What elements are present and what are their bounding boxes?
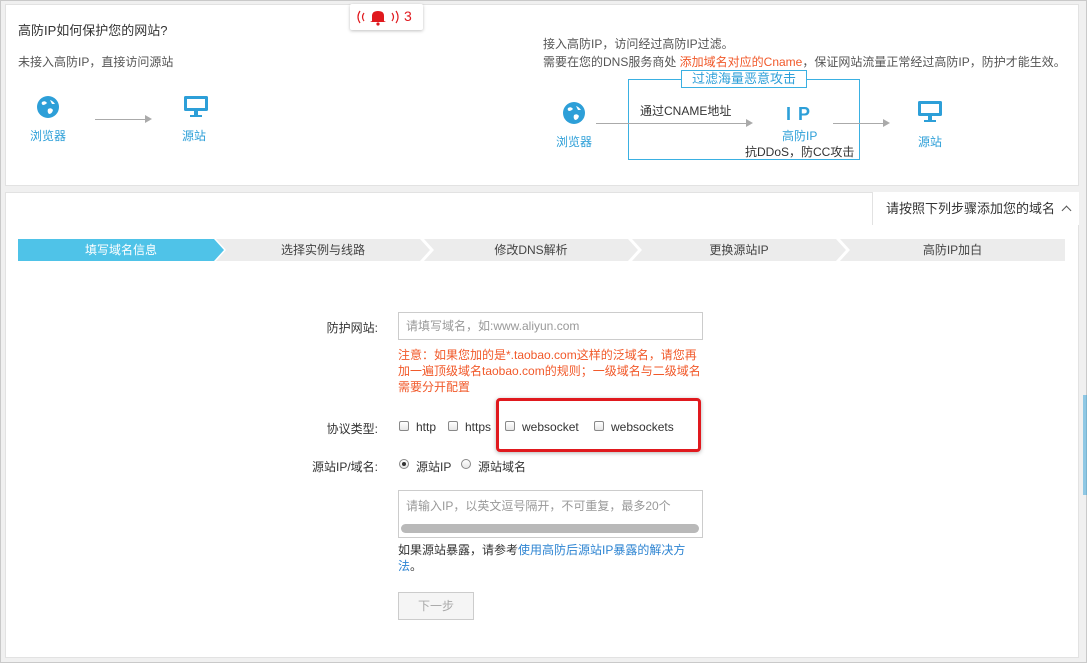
domain-note-line1: 注意：如果您加的是*.taobao.com这样的泛域名，请您再	[398, 348, 697, 362]
https-checkbox[interactable]	[448, 421, 458, 431]
step-4-label: 更换源站IP	[709, 243, 769, 257]
scroll-indicator[interactable]	[1083, 395, 1087, 495]
origin-ip-placeholder: 请输入IP，以英文逗号隔开，不可重复，最多20个	[406, 499, 671, 513]
cname-address-label: 通过CNAME地址	[640, 104, 732, 118]
direct-arrow	[95, 119, 145, 120]
step-2-label: 选择实例与线路	[280, 243, 365, 257]
protocol-type-label: 协议类型:	[326, 422, 378, 436]
origin-domain-label: 源站域名	[478, 460, 527, 474]
steps-toggle-label: 请按照下列步骤添加您的域名	[886, 201, 1056, 216]
browser-label-right: 浏览器	[556, 135, 593, 149]
origin-label-left: 源站	[182, 129, 207, 143]
origin-type-label: 源站IP/域名:	[311, 460, 378, 474]
browser-globe-icon	[37, 96, 59, 118]
origin-monitor-icon	[918, 101, 942, 122]
textarea-scrollbar[interactable]	[401, 524, 699, 533]
browser-label-left: 浏览器	[30, 129, 67, 143]
bell-icon	[357, 10, 399, 26]
ip-big-icon: I P	[786, 104, 812, 124]
step-2[interactable]: 选择实例与线路	[216, 239, 430, 261]
protected-site-label: 防护网站:	[326, 321, 378, 335]
step-3-label: 修改DNS解析	[494, 243, 568, 257]
domain-note-line2: 加一遍顶级域名taobao.com的规则；一级域名与二级域名	[398, 364, 701, 378]
browser-globe-icon	[563, 102, 585, 124]
http-checkbox[interactable]	[399, 421, 409, 431]
step-1-label: 填写域名信息	[84, 243, 157, 257]
domain-input[interactable]	[398, 312, 703, 340]
cname-highlight: 添加域名对应的Cname	[679, 55, 803, 69]
step-3[interactable]: 修改DNS解析	[424, 239, 638, 261]
step-progress-bar: 填写域名信息 选择实例与线路 修改DNS解析 更换源站IP 高防IP加白	[18, 239, 1065, 261]
origin-label-right: 源站	[918, 135, 943, 149]
notification-count: 3	[404, 8, 412, 24]
exposure-hint-line2: 法。	[398, 559, 423, 573]
cname-arrow-head	[746, 119, 753, 127]
step-1[interactable]: 填写域名信息	[18, 239, 224, 261]
intro-title: 高防IP如何保护您的网站?	[18, 23, 168, 38]
origin-arrow	[833, 123, 883, 124]
step-4[interactable]: 更换源站IP	[632, 239, 846, 261]
direct-access-caption: 未接入高防IP，直接访问源站	[18, 55, 174, 69]
filter-tag: 过滤海量恶意攻击	[681, 70, 807, 88]
protected-access-line2: 需要在您的DNS服务商处 添加域名对应的Cname，保证网站流量正常经过高防IP…	[543, 55, 1066, 69]
notification-badge[interactable]: 3	[350, 4, 423, 30]
step-5-label: 高防IP加白	[922, 243, 983, 257]
exposure-hint-line1: 如果源站暴露，请参考使用高防后源站IP暴露的解决方	[398, 543, 686, 557]
origin-arrow-head	[883, 119, 890, 127]
http-label: http	[416, 420, 437, 434]
origin-ip-label: 源站IP	[416, 460, 452, 474]
exposure-solution-link[interactable]: 使用高防后源站IP暴露的解决方	[518, 543, 685, 557]
domain-note-line3: 需要分开配置	[398, 380, 471, 394]
annotation-highlight-box	[496, 398, 701, 452]
origin-ip-radio[interactable]	[399, 459, 409, 469]
chevron-up-icon	[1061, 205, 1072, 216]
step-5[interactable]: 高防IP加白	[840, 239, 1065, 261]
high-defense-ip-label: 高防IP	[782, 129, 818, 143]
exposure-solution-link-cont[interactable]: 法	[398, 559, 410, 573]
cname-arrow	[596, 123, 746, 124]
steps-toggle[interactable]: 请按照下列步骤添加您的域名	[872, 192, 1079, 225]
direct-arrow-head	[145, 115, 152, 123]
protected-access-line1: 接入高防IP，访问经过高防IP过滤。	[543, 37, 734, 51]
https-label: https	[465, 420, 492, 434]
origin-domain-radio[interactable]	[461, 459, 471, 469]
next-step-button[interactable]: 下一步	[398, 592, 474, 620]
high-defense-desc: 抗DDoS，防CC攻击	[745, 145, 855, 159]
origin-monitor-icon	[184, 96, 208, 117]
